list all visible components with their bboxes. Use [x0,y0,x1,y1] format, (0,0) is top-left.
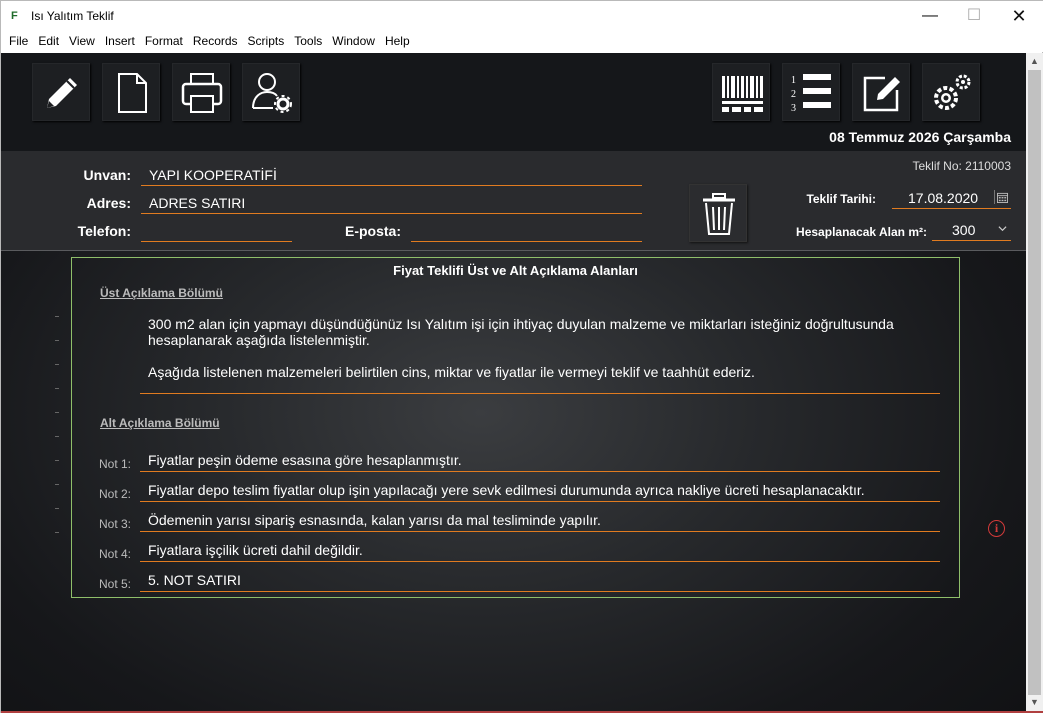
new-document-button[interactable] [102,63,160,121]
note-1-field[interactable]: Fiyatlar peşin ödeme esasına göre hesapl… [140,448,940,472]
print-button[interactable] [172,63,230,121]
current-date: 08 Temmuz 2026 Çarşamba [829,129,1011,145]
teklif-tarihi-label: Teklif Tarihi: [806,192,876,206]
ust-aciklama-title: Üst Açıklama Bölümü [100,286,223,300]
menu-insert[interactable]: Insert [100,31,140,52]
unvan-label: Unvan: [83,167,131,183]
alt-aciklama-title: Alt Açıklama Bölümü [100,416,220,430]
menu-edit[interactable]: Edit [33,31,64,52]
telefon-field[interactable] [141,220,292,242]
maximize-button[interactable]: ☐ [951,1,997,31]
note-2-label: Not 2: [99,487,132,501]
chevron-down-icon[interactable] [998,224,1008,234]
left-tick [55,436,59,437]
panel-title: Fiyat Teklifi Üst ve Alt Açıklama Alanla… [393,263,638,278]
title-bar: F Isı Yalıtım Teklif — ☐ ✕ [1,1,1043,31]
eposta-field[interactable] [411,220,642,242]
ust-paragraph-2: Aşağıda listelenen malzemeleri belirtile… [148,364,755,380]
aciklama-panel: Fiyat Teklifi Üst ve Alt Açıklama Alanla… [71,257,960,598]
left-tick [55,388,59,389]
gear-icon [934,74,971,110]
menu-window[interactable]: Window [327,31,380,52]
note-4-label: Not 4: [99,547,132,561]
menu-tools[interactable]: Tools [289,31,327,52]
delete-button[interactable] [689,184,747,242]
trash-icon [703,193,735,235]
left-tick [55,364,59,365]
main-content: 1 2 3 08 Temmuz 2026 Çarşamba Unvan: YAPI … [1,53,1026,711]
calendar-icon[interactable] [994,190,1008,204]
adres-label: Adres: [86,195,131,211]
minimize-button[interactable]: — [907,1,953,31]
app-window: F Isı Yalıtım Teklif — ☐ ✕ File Edit Vie… [0,0,1043,713]
vertical-scrollbar[interactable]: ▲ ▼ [1026,53,1043,711]
scroll-thumb[interactable] [1028,70,1041,695]
left-tick [55,316,59,317]
note-3-label: Not 3: [99,517,132,531]
scroll-up-button[interactable]: ▲ [1026,53,1043,70]
pencil-icon [47,78,77,108]
ust-paragraph-1: 300 m2 alan için yapmayı düşündüğünüz Is… [148,316,894,348]
note-3-field[interactable]: Ödemenin yarısı sipariş esnasında, kalan… [140,508,940,532]
app-icon: F [11,10,18,22]
menu-help[interactable]: Help [380,31,415,52]
edit-note-button[interactable] [852,63,910,121]
left-tick [55,412,59,413]
ust-aciklama-field[interactable]: 300 m2 alan için yapmayı düşündüğünüz Is… [140,316,940,394]
left-tick [55,484,59,485]
printer-icon [181,73,223,113]
numbered-list-button[interactable]: 1 2 3 [782,63,840,121]
note-2-field[interactable]: Fiyatlar depo teslim fiyatlar olup işin … [140,478,940,502]
barcode-icon [722,76,763,112]
user-settings-button[interactable] [242,63,300,121]
adres-field[interactable]: ADRES SATIRI [141,192,642,214]
teklif-no: Teklif No: 2110003 [912,159,1011,173]
svg-text:2: 2 [791,89,796,100]
note-4-field[interactable]: Fiyatlara işçilik ücreti dahil değildir. [140,538,940,562]
settings-button[interactable] [922,63,980,121]
eposta-label: E-posta: [345,223,401,239]
barcode-button[interactable] [712,63,770,121]
menu-records[interactable]: Records [188,31,243,52]
svg-text:1: 1 [791,75,796,86]
unvan-field[interactable]: YAPI KOOPERATİFİ [141,164,642,186]
alan-label: Hesaplanacak Alan m²: [796,225,927,239]
menu-bar: File Edit View Insert Format Records Scr… [1,31,1043,52]
window-title: Isı Yalıtım Teklif [31,9,114,23]
left-tick [55,340,59,341]
menu-format[interactable]: Format [140,31,188,52]
note-5-label: Not 5: [99,577,132,591]
info-icon[interactable]: i [988,520,1005,537]
menu-view[interactable]: View [64,31,100,52]
scroll-down-button[interactable]: ▼ [1026,694,1043,711]
edit-button[interactable] [32,63,90,121]
note-1-label: Not 1: [99,457,132,471]
menu-file[interactable]: File [4,31,33,52]
menu-scripts[interactable]: Scripts [243,31,290,52]
left-tick [55,532,59,533]
user-settings-icon [252,73,292,113]
numbered-list-icon: 1 2 3 [791,74,831,114]
telefon-label: Telefon: [77,223,131,239]
svg-text:3: 3 [791,103,796,114]
close-button[interactable]: ✕ [996,1,1042,31]
new-document-icon [118,73,147,113]
edit-note-icon [863,76,900,112]
note-5-field[interactable]: 5. NOT SATIRI [140,568,940,592]
left-tick [55,508,59,509]
left-tick [55,460,59,461]
